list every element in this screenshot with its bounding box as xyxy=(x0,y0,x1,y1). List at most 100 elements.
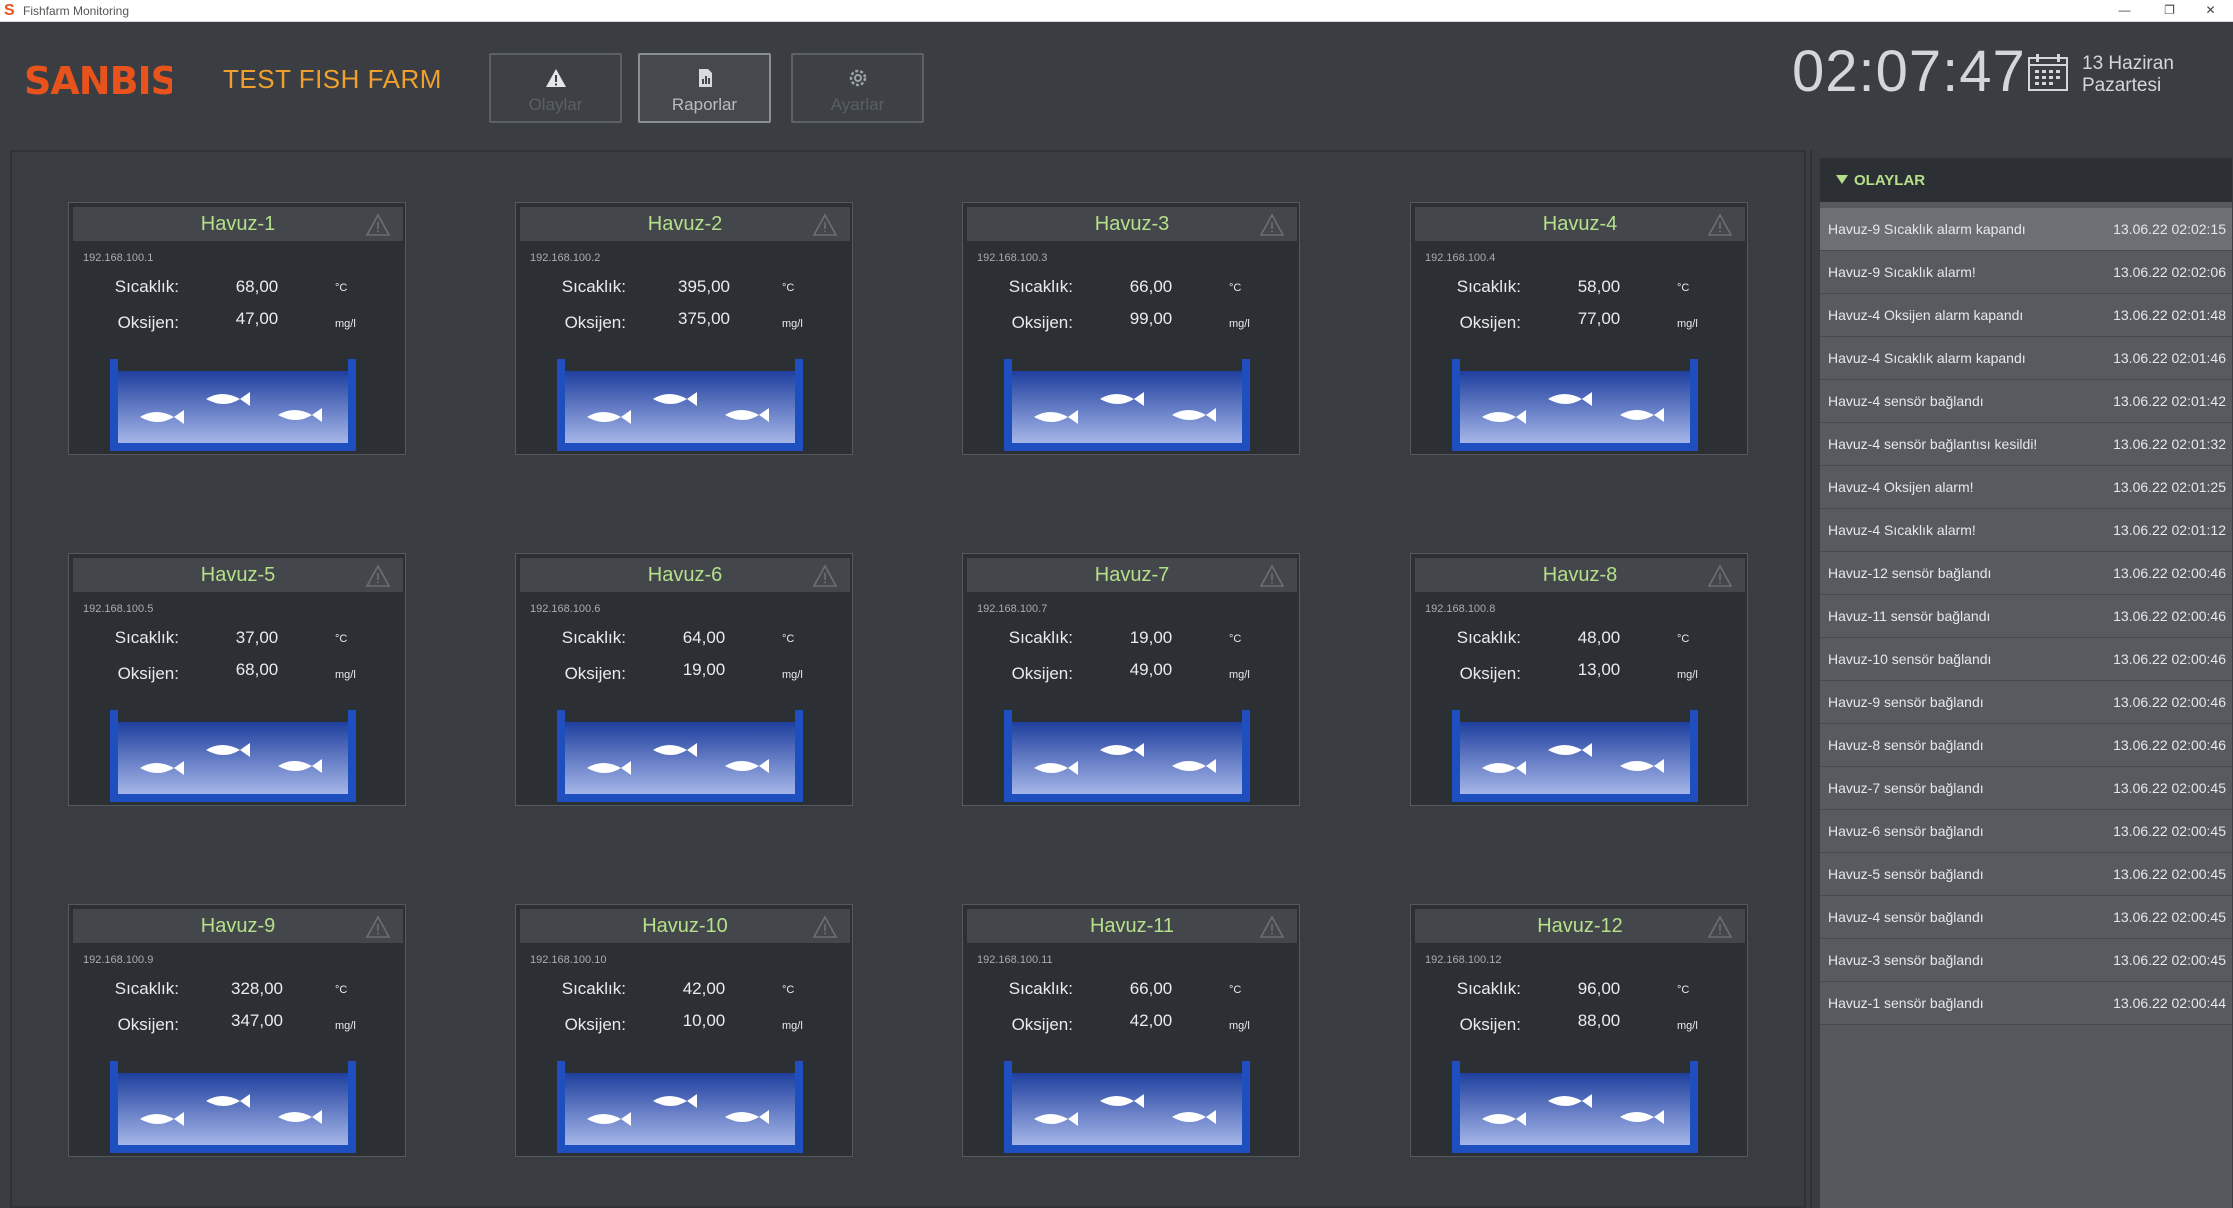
pools-panel: Havuz-1 192.168.100.1 Sıcaklık: 68,00 °C… xyxy=(10,150,1806,1208)
pool-header: Havuz-8 xyxy=(1415,558,1745,592)
event-row[interactable]: Havuz-10 sensör bağlandı 13.06.22 02:00:… xyxy=(1820,638,2232,681)
oxygen-label: Oksijen: xyxy=(117,313,179,332)
event-message: Havuz-3 sensör bağlandı xyxy=(1828,952,1984,968)
oxygen-label: Oksijen: xyxy=(1459,313,1521,332)
caret-down-icon xyxy=(1836,175,1848,184)
oxygen-value: 19,00 xyxy=(682,660,726,679)
event-row[interactable]: Havuz-4 sensör bağlantısı kesildi! 13.06… xyxy=(1820,423,2232,466)
event-time: 13.06.22 02:00:45 xyxy=(2113,780,2226,796)
pool-ip: 192.168.100.11 xyxy=(977,954,1053,966)
settings-button-label: Ayarlar xyxy=(830,95,885,114)
sanbis-logo: SANBIS xyxy=(24,59,172,102)
report-icon xyxy=(698,69,712,87)
tank-illustration xyxy=(110,1061,356,1153)
pool-card[interactable]: Havuz-5 192.168.100.5 Sıcaklık: 37,00 °C… xyxy=(68,553,406,806)
farm-name: TEST FISH FARM xyxy=(223,64,442,94)
pool-card[interactable]: Havuz-1 192.168.100.1 Sıcaklık: 68,00 °C… xyxy=(68,202,406,455)
event-row[interactable]: Havuz-12 sensör bağlandı 13.06.22 02:00:… xyxy=(1820,552,2232,595)
temperature-label: Sıcaklık: xyxy=(1008,979,1073,998)
oxygen-label: Oksijen: xyxy=(564,313,626,332)
pool-card[interactable]: Havuz-6 192.168.100.6 Sıcaklık: 64,00 °C… xyxy=(515,553,853,806)
pool-card[interactable]: Havuz-12 192.168.100.12 Sıcaklık: 96,00 … xyxy=(1410,904,1748,1157)
oxygen-label: Oksijen: xyxy=(117,664,179,683)
event-time: 13.06.22 02:02:15 xyxy=(2113,221,2226,237)
event-row[interactable]: Havuz-4 sensör bağlandı 13.06.22 02:00:4… xyxy=(1820,896,2232,939)
temperature-value: 328,00 xyxy=(231,979,283,998)
tank-illustration xyxy=(557,359,803,451)
oxygen-value: 77,00 xyxy=(1577,309,1621,328)
alarm-warning-icon xyxy=(1707,213,1733,236)
pool-card[interactable]: Havuz-4 192.168.100.4 Sıcaklık: 58,00 °C… xyxy=(1410,202,1748,455)
event-time: 13.06.22 02:00:46 xyxy=(2113,694,2226,710)
restore-button[interactable]: ❐ xyxy=(2147,0,2192,22)
temperature-unit: °C xyxy=(1677,984,1690,996)
oxygen-unit: mg/l xyxy=(335,1020,356,1032)
oxygen-value: 99,00 xyxy=(1129,309,1173,328)
event-message: Havuz-4 Oksijen alarm! xyxy=(1828,479,1974,495)
pool-card[interactable]: Havuz-7 192.168.100.7 Sıcaklık: 19,00 °C… xyxy=(962,553,1300,806)
event-message: Havuz-4 Sıcaklık alarm kapandı xyxy=(1828,350,2026,366)
event-row[interactable]: Havuz-1 sensör bağlandı 13.06.22 02:00:4… xyxy=(1820,982,2232,1025)
event-row[interactable]: Havuz-11 sensör bağlandı 13.06.22 02:00:… xyxy=(1820,595,2232,638)
event-row[interactable]: Havuz-4 sensör bağlandı 13.06.22 02:01:4… xyxy=(1820,380,2232,423)
pool-card[interactable]: Havuz-10 192.168.100.10 Sıcaklık: 42,00 … xyxy=(515,904,853,1157)
event-row[interactable]: Havuz-9 Sıcaklık alarm! 13.06.22 02:02:0… xyxy=(1820,251,2232,294)
event-row[interactable]: Havuz-4 Oksijen alarm! 13.06.22 02:01:25 xyxy=(1820,466,2232,509)
pool-header: Havuz-1 xyxy=(73,207,403,241)
pool-card[interactable]: Havuz-9 192.168.100.9 Sıcaklık: 328,00 °… xyxy=(68,904,406,1157)
oxygen-value: 47,00 xyxy=(235,309,279,328)
oxygen-label: Oksijen: xyxy=(1459,664,1521,683)
event-row[interactable]: Havuz-9 Sıcaklık alarm kapandı 13.06.22 … xyxy=(1820,208,2232,251)
alarm-warning-icon xyxy=(365,213,391,236)
pool-card[interactable]: Havuz-8 192.168.100.8 Sıcaklık: 48,00 °C… xyxy=(1410,553,1748,806)
pool-header: Havuz-6 xyxy=(520,558,850,592)
calendar-icon xyxy=(2028,54,2068,91)
event-message: Havuz-4 Oksijen alarm kapandı xyxy=(1828,307,2024,323)
events-header[interactable]: OLAYLAR xyxy=(1820,158,2232,202)
event-row[interactable]: Havuz-5 sensör bağlandı 13.06.22 02:00:4… xyxy=(1820,853,2232,896)
event-message: Havuz-8 sensör bağlandı xyxy=(1828,737,1984,753)
temperature-unit: °C xyxy=(335,633,348,645)
pool-card[interactable]: Havuz-11 192.168.100.11 Sıcaklık: 66,00 … xyxy=(962,904,1300,1157)
event-time: 13.06.22 02:01:12 xyxy=(2113,522,2226,538)
clock: 02:07:47 xyxy=(1792,39,2026,104)
app-icon: S xyxy=(4,2,15,19)
oxygen-unit: mg/l xyxy=(1229,1020,1250,1032)
oxygen-value: 375,00 xyxy=(678,309,730,328)
pool-header: Havuz-7 xyxy=(967,558,1297,592)
events-button[interactable]: Olaylar xyxy=(489,53,622,123)
settings-button[interactable]: Ayarlar xyxy=(791,53,924,123)
tank-illustration xyxy=(1004,359,1250,451)
event-row[interactable]: Havuz-7 sensör bağlandı 13.06.22 02:00:4… xyxy=(1820,767,2232,810)
event-row[interactable]: Havuz-8 sensör bağlandı 13.06.22 02:00:4… xyxy=(1820,724,2232,767)
temperature-label: Sıcaklık: xyxy=(1008,277,1073,296)
temperature-label: Sıcaklık: xyxy=(1456,979,1521,998)
pool-name: Havuz-2 xyxy=(647,213,723,235)
event-row[interactable]: Havuz-4 Sıcaklık alarm kapandı 13.06.22 … xyxy=(1820,337,2232,380)
temperature-value: 395,00 xyxy=(678,277,730,296)
event-time: 13.06.22 02:01:46 xyxy=(2113,350,2226,366)
event-row[interactable]: Havuz-4 Oksijen alarm kapandı 13.06.22 0… xyxy=(1820,294,2232,337)
pool-card[interactable]: Havuz-2 192.168.100.2 Sıcaklık: 395,00 °… xyxy=(515,202,853,455)
event-row[interactable]: Havuz-4 Sıcaklık alarm! 13.06.22 02:01:1… xyxy=(1820,509,2232,552)
temperature-value: 66,00 xyxy=(1129,979,1173,998)
event-message: Havuz-4 Sıcaklık alarm! xyxy=(1828,522,1976,538)
temperature-unit: °C xyxy=(335,984,348,996)
event-message: Havuz-4 sensör bağlandı xyxy=(1828,909,1984,925)
oxygen-label: Oksijen: xyxy=(564,664,626,683)
tank-illustration xyxy=(1452,1061,1698,1153)
event-row[interactable]: Havuz-3 sensör bağlandı 13.06.22 02:00:4… xyxy=(1820,939,2232,982)
reports-button[interactable]: Raporlar xyxy=(638,53,771,123)
events-button-label: Olaylar xyxy=(528,95,583,114)
oxygen-value: 49,00 xyxy=(1129,660,1173,679)
event-time: 13.06.22 02:00:46 xyxy=(2113,565,2226,581)
tank-illustration xyxy=(557,710,803,802)
event-row[interactable]: Havuz-6 sensör bağlandı 13.06.22 02:00:4… xyxy=(1820,810,2232,853)
pool-card[interactable]: Havuz-3 192.168.100.3 Sıcaklık: 66,00 °C… xyxy=(962,202,1300,455)
temperature-label: Sıcaklık: xyxy=(1008,628,1073,647)
alarm-warning-icon xyxy=(1259,915,1285,938)
temperature-label: Sıcaklık: xyxy=(561,277,626,296)
close-button[interactable]: ✕ xyxy=(2188,0,2233,22)
minimize-button[interactable]: — xyxy=(2102,0,2147,22)
event-row[interactable]: Havuz-9 sensör bağlandı 13.06.22 02:00:4… xyxy=(1820,681,2232,724)
